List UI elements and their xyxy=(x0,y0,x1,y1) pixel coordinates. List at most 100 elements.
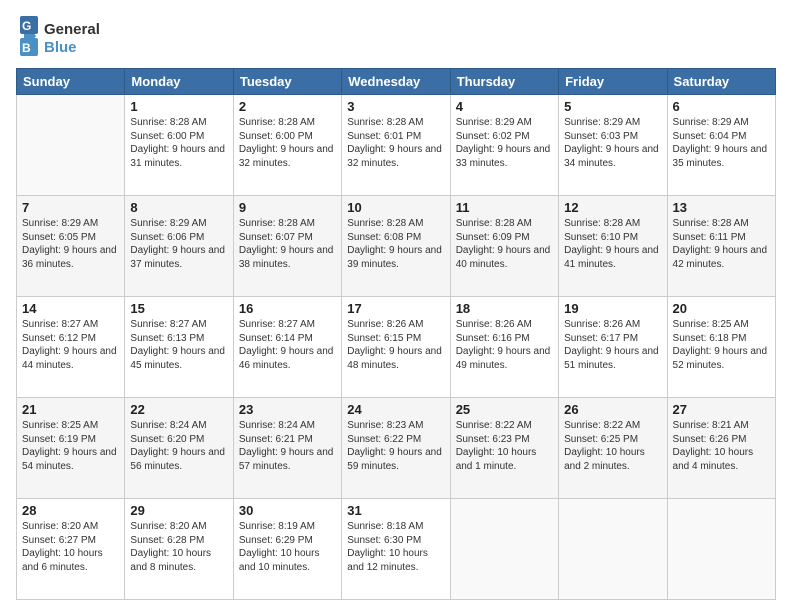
calendar-cell: 15 Sunrise: 8:27 AMSunset: 6:13 PMDayligh… xyxy=(125,297,233,398)
day-info: Sunrise: 8:28 AMSunset: 6:11 PMDaylight:… xyxy=(673,217,770,271)
calendar-cell: 19 Sunrise: 8:26 AMSunset: 6:17 PMDayligh… xyxy=(559,297,667,398)
calendar-cell: 20 Sunrise: 8:25 AMSunset: 6:18 PMDayligh… xyxy=(667,297,775,398)
calendar-cell xyxy=(17,95,125,196)
svg-text:Blue: Blue xyxy=(44,39,77,56)
day-number: 24 xyxy=(347,402,444,417)
day-info: Sunrise: 8:22 AMSunset: 6:23 PMDaylight:… xyxy=(456,419,553,473)
weekday-header-row: SundayMondayTuesdayWednesdayThursdayFrid… xyxy=(17,69,776,95)
day-info: Sunrise: 8:28 AMSunset: 6:08 PMDaylight:… xyxy=(347,217,444,271)
calendar-cell: 14 Sunrise: 8:27 AMSunset: 6:12 PMDayligh… xyxy=(17,297,125,398)
calendar-cell: 10 Sunrise: 8:28 AMSunset: 6:08 PMDayligh… xyxy=(342,196,450,297)
calendar-week-row: 1 Sunrise: 8:28 AMSunset: 6:00 PMDaylight… xyxy=(17,95,776,196)
day-number: 27 xyxy=(673,402,770,417)
day-info: Sunrise: 8:28 AMSunset: 6:00 PMDaylight:… xyxy=(239,116,336,170)
calendar-cell xyxy=(667,499,775,600)
day-number: 2 xyxy=(239,99,336,114)
calendar-cell xyxy=(450,499,558,600)
day-number: 28 xyxy=(22,503,119,518)
calendar-cell: 24 Sunrise: 8:23 AMSunset: 6:22 PMDayligh… xyxy=(342,398,450,499)
calendar-cell: 17 Sunrise: 8:26 AMSunset: 6:15 PMDayligh… xyxy=(342,297,450,398)
day-info: Sunrise: 8:20 AMSunset: 6:28 PMDaylight:… xyxy=(130,520,227,574)
day-number: 23 xyxy=(239,402,336,417)
day-info: Sunrise: 8:29 AMSunset: 6:06 PMDaylight:… xyxy=(130,217,227,271)
calendar-week-row: 21 Sunrise: 8:25 AMSunset: 6:19 PMDayligh… xyxy=(17,398,776,499)
day-number: 3 xyxy=(347,99,444,114)
svg-text:General: General xyxy=(44,21,100,38)
calendar-week-row: 7 Sunrise: 8:29 AMSunset: 6:05 PMDaylight… xyxy=(17,196,776,297)
day-number: 10 xyxy=(347,200,444,215)
day-number: 20 xyxy=(673,301,770,316)
day-info: Sunrise: 8:19 AMSunset: 6:29 PMDaylight:… xyxy=(239,520,336,574)
day-number: 13 xyxy=(673,200,770,215)
calendar-cell: 7 Sunrise: 8:29 AMSunset: 6:05 PMDaylight… xyxy=(17,196,125,297)
calendar-cell xyxy=(559,499,667,600)
day-info: Sunrise: 8:18 AMSunset: 6:30 PMDaylight:… xyxy=(347,520,444,574)
day-number: 1 xyxy=(130,99,227,114)
day-number: 5 xyxy=(564,99,661,114)
day-number: 26 xyxy=(564,402,661,417)
calendar-cell: 30 Sunrise: 8:19 AMSunset: 6:29 PMDayligh… xyxy=(233,499,341,600)
day-info: Sunrise: 8:27 AMSunset: 6:12 PMDaylight:… xyxy=(22,318,119,372)
calendar-cell: 11 Sunrise: 8:28 AMSunset: 6:09 PMDayligh… xyxy=(450,196,558,297)
page: General Blue G B SundayMondayTuesdayWedn… xyxy=(0,0,792,612)
day-info: Sunrise: 8:28 AMSunset: 6:07 PMDaylight:… xyxy=(239,217,336,271)
header: General Blue G B xyxy=(16,12,776,60)
day-number: 7 xyxy=(22,200,119,215)
day-info: Sunrise: 8:29 AMSunset: 6:04 PMDaylight:… xyxy=(673,116,770,170)
day-info: Sunrise: 8:26 AMSunset: 6:17 PMDaylight:… xyxy=(564,318,661,372)
calendar-cell: 28Sunrise: 8:20 AMSunset: 6:27 PMDayligh… xyxy=(17,499,125,600)
calendar-cell: 1 Sunrise: 8:28 AMSunset: 6:00 PMDaylight… xyxy=(125,95,233,196)
day-number: 4 xyxy=(456,99,553,114)
logo: General Blue G B xyxy=(16,12,106,60)
day-number: 18 xyxy=(456,301,553,316)
day-info: Sunrise: 8:25 AMSunset: 6:18 PMDaylight:… xyxy=(673,318,770,372)
day-number: 9 xyxy=(239,200,336,215)
day-number: 15 xyxy=(130,301,227,316)
calendar-week-row: 28Sunrise: 8:20 AMSunset: 6:27 PMDayligh… xyxy=(17,499,776,600)
weekday-header: Monday xyxy=(125,69,233,95)
day-info: Sunrise: 8:24 AMSunset: 6:21 PMDaylight:… xyxy=(239,419,336,473)
calendar-cell: 26 Sunrise: 8:22 AMSunset: 6:25 PMDayligh… xyxy=(559,398,667,499)
calendar-table: SundayMondayTuesdayWednesdayThursdayFrid… xyxy=(16,68,776,600)
calendar-cell: 16 Sunrise: 8:27 AMSunset: 6:14 PMDayligh… xyxy=(233,297,341,398)
day-number: 19 xyxy=(564,301,661,316)
day-info: Sunrise: 8:24 AMSunset: 6:20 PMDaylight:… xyxy=(130,419,227,473)
day-info: Sunrise: 8:25 AMSunset: 6:19 PMDaylight:… xyxy=(22,419,119,473)
day-number: 6 xyxy=(673,99,770,114)
day-info: Sunrise: 8:27 AMSunset: 6:14 PMDaylight:… xyxy=(239,318,336,372)
weekday-header: Tuesday xyxy=(233,69,341,95)
weekday-header: Wednesday xyxy=(342,69,450,95)
day-info: Sunrise: 8:21 AMSunset: 6:26 PMDaylight:… xyxy=(673,419,770,473)
calendar-cell: 21 Sunrise: 8:25 AMSunset: 6:19 PMDayligh… xyxy=(17,398,125,499)
day-number: 17 xyxy=(347,301,444,316)
day-info: Sunrise: 8:28 AMSunset: 6:00 PMDaylight:… xyxy=(130,116,227,170)
day-number: 29 xyxy=(130,503,227,518)
day-number: 30 xyxy=(239,503,336,518)
day-number: 25 xyxy=(456,402,553,417)
day-info: Sunrise: 8:28 AMSunset: 6:01 PMDaylight:… xyxy=(347,116,444,170)
calendar-cell: 31Sunrise: 8:18 AMSunset: 6:30 PMDayligh… xyxy=(342,499,450,600)
day-info: Sunrise: 8:28 AMSunset: 6:09 PMDaylight:… xyxy=(456,217,553,271)
calendar-cell: 6 Sunrise: 8:29 AMSunset: 6:04 PMDaylight… xyxy=(667,95,775,196)
day-number: 16 xyxy=(239,301,336,316)
calendar-cell: 22 Sunrise: 8:24 AMSunset: 6:20 PMDayligh… xyxy=(125,398,233,499)
calendar-cell: 9 Sunrise: 8:28 AMSunset: 6:07 PMDaylight… xyxy=(233,196,341,297)
day-number: 22 xyxy=(130,402,227,417)
calendar-cell: 8Sunrise: 8:29 AMSunset: 6:06 PMDaylight… xyxy=(125,196,233,297)
day-number: 21 xyxy=(22,402,119,417)
day-info: Sunrise: 8:26 AMSunset: 6:15 PMDaylight:… xyxy=(347,318,444,372)
day-info: Sunrise: 8:26 AMSunset: 6:16 PMDaylight:… xyxy=(456,318,553,372)
calendar-cell: 2 Sunrise: 8:28 AMSunset: 6:00 PMDaylight… xyxy=(233,95,341,196)
day-info: Sunrise: 8:29 AMSunset: 6:05 PMDaylight:… xyxy=(22,217,119,271)
day-info: Sunrise: 8:29 AMSunset: 6:02 PMDaylight:… xyxy=(456,116,553,170)
day-info: Sunrise: 8:22 AMSunset: 6:25 PMDaylight:… xyxy=(564,419,661,473)
day-info: Sunrise: 8:23 AMSunset: 6:22 PMDaylight:… xyxy=(347,419,444,473)
day-number: 11 xyxy=(456,200,553,215)
day-info: Sunrise: 8:27 AMSunset: 6:13 PMDaylight:… xyxy=(130,318,227,372)
day-number: 12 xyxy=(564,200,661,215)
day-info: Sunrise: 8:29 AMSunset: 6:03 PMDaylight:… xyxy=(564,116,661,170)
weekday-header: Friday xyxy=(559,69,667,95)
day-number: 14 xyxy=(22,301,119,316)
calendar-cell: 5 Sunrise: 8:29 AMSunset: 6:03 PMDaylight… xyxy=(559,95,667,196)
weekday-header: Saturday xyxy=(667,69,775,95)
